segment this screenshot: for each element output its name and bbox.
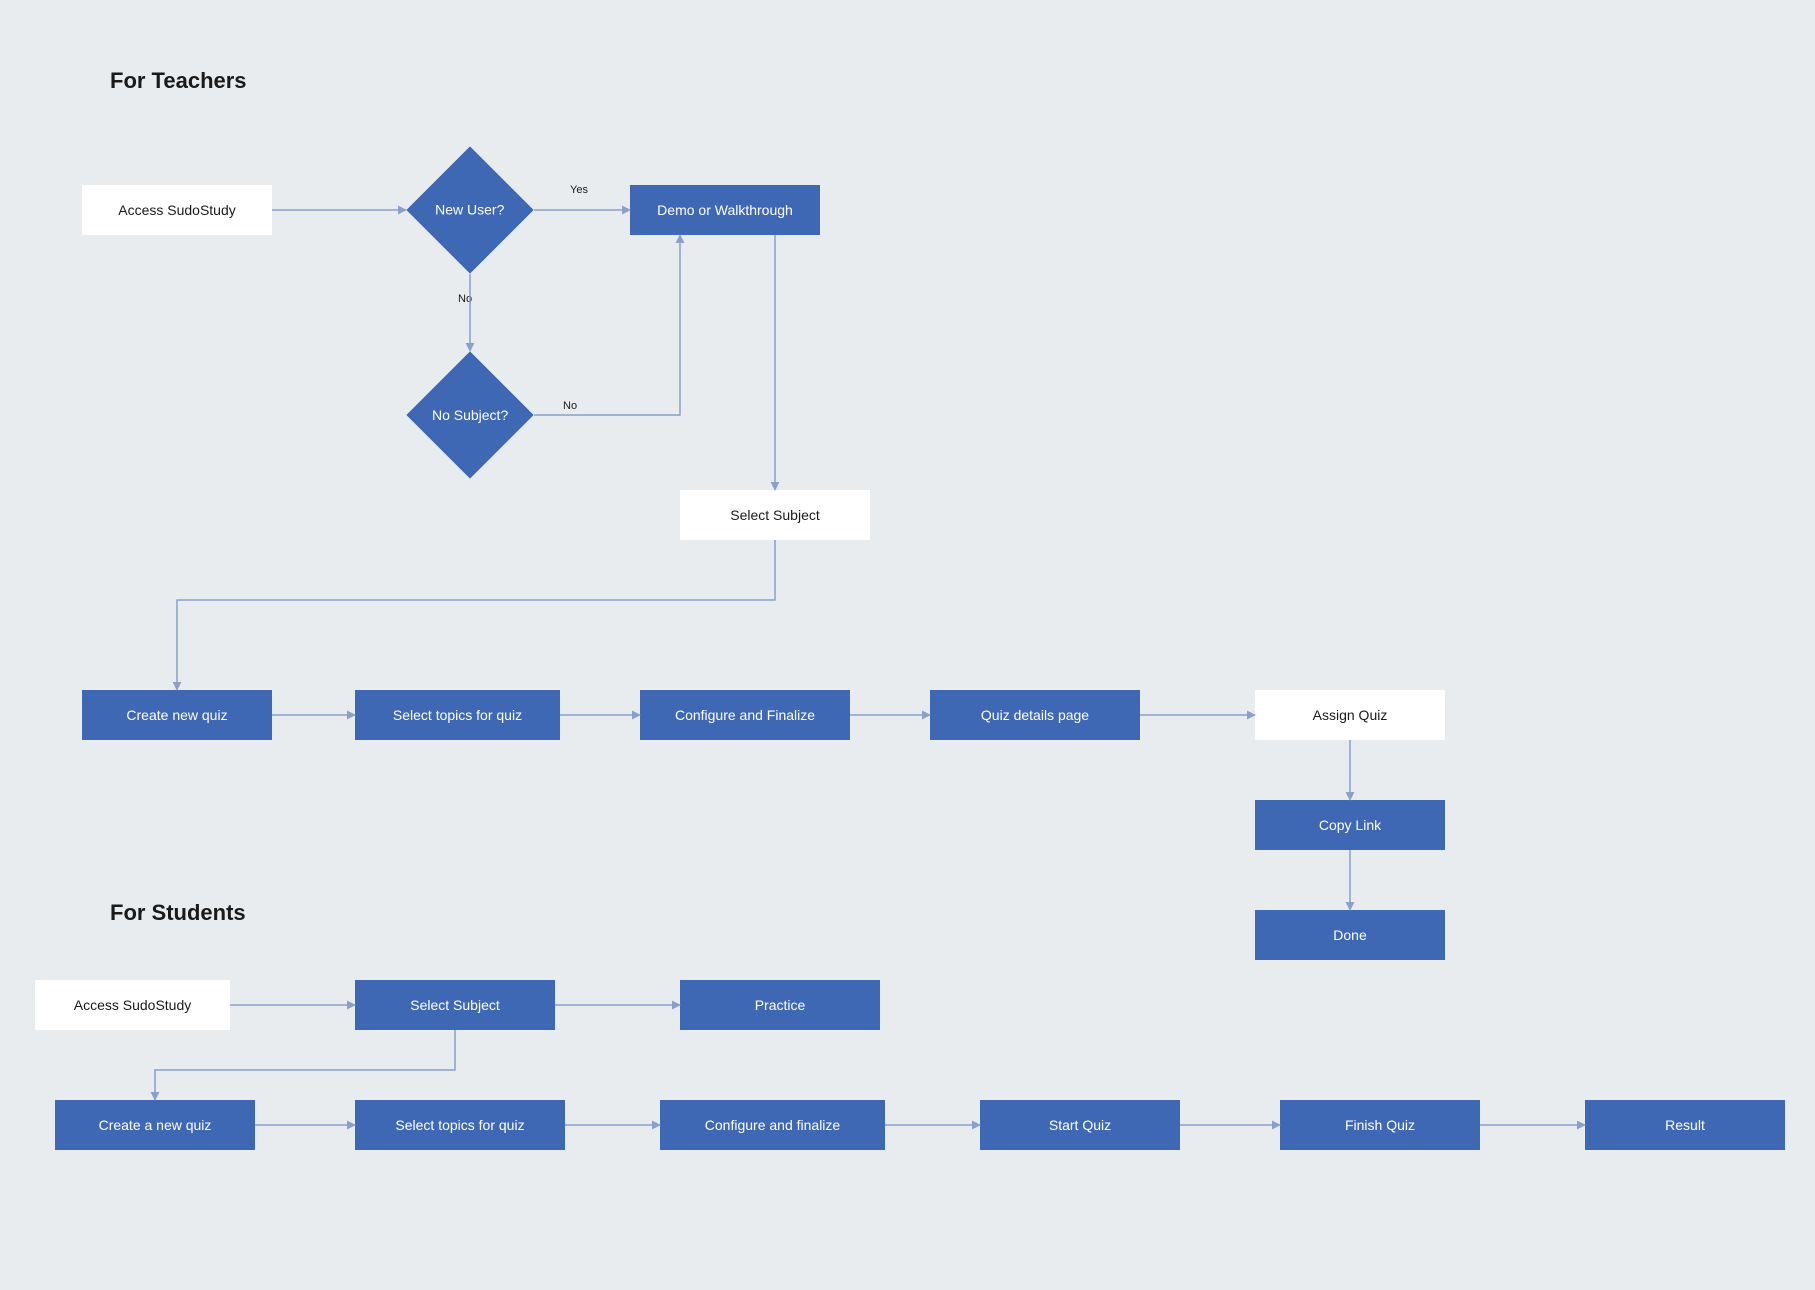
node-no-subject-label: No Subject? — [432, 407, 508, 423]
node-students-select-subject: Select Subject — [355, 980, 555, 1030]
node-copy-link: Copy Link — [1255, 800, 1445, 850]
node-students-create-quiz: Create a new quiz — [55, 1100, 255, 1150]
edge-label-no-top: No — [458, 293, 472, 305]
node-done: Done — [1255, 910, 1445, 960]
diagram-canvas: For Teachers For Students Access SudoStu… — [0, 0, 1815, 1290]
section-title-students: For Students — [110, 900, 246, 926]
node-students-configure: Configure and finalize — [660, 1100, 885, 1150]
node-students-access: Access SudoStudy — [35, 980, 230, 1030]
node-teachers-access: Access SudoStudy — [82, 185, 272, 235]
node-demo: Demo or Walkthrough — [630, 185, 820, 235]
arrow-s-subject-createquiz — [155, 1030, 455, 1100]
node-no-subject-decision: No Subject? — [406, 351, 533, 478]
node-assign-quiz: Assign Quiz — [1255, 690, 1445, 740]
edge-label-yes: Yes — [570, 184, 588, 196]
node-students-result: Result — [1585, 1100, 1785, 1150]
arrows-layer — [0, 0, 1815, 1290]
node-teachers-configure: Configure and Finalize — [640, 690, 850, 740]
arrow-nosubject-demo — [534, 235, 680, 415]
node-teachers-details: Quiz details page — [930, 690, 1140, 740]
node-students-select-topics: Select topics for quiz — [355, 1100, 565, 1150]
node-new-user-label: New User? — [435, 202, 504, 218]
node-new-user-decision: New User? — [406, 146, 533, 273]
arrow-selectsubject-createquiz — [177, 540, 775, 690]
node-students-practice: Practice — [680, 980, 880, 1030]
node-students-start: Start Quiz — [980, 1100, 1180, 1150]
edge-label-no-bottom: No — [563, 400, 577, 412]
node-teachers-select-topics: Select topics for quiz — [355, 690, 560, 740]
node-teachers-create-quiz: Create new quiz — [82, 690, 272, 740]
node-students-finish: Finish Quiz — [1280, 1100, 1480, 1150]
node-teachers-select-subject: Select Subject — [680, 490, 870, 540]
section-title-teachers: For Teachers — [110, 68, 247, 94]
